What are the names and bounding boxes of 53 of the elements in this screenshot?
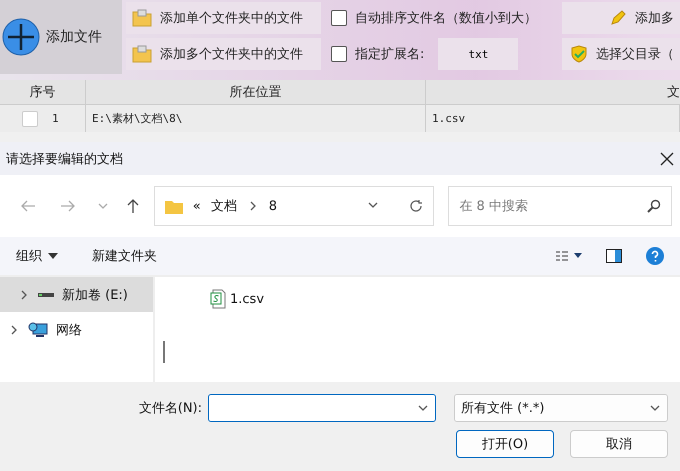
pencil-icon (609, 9, 627, 27)
folder-icon (132, 45, 152, 63)
command-button[interactable]: 新建文件夹 (92, 247, 157, 265)
table-cell: E:\素材\文档\8\ (92, 111, 182, 126)
table-cell: 1 (52, 112, 59, 125)
extension-field[interactable]: txt (438, 38, 518, 70)
help-icon[interactable] (646, 247, 664, 265)
search-icon (647, 199, 661, 213)
column-header: 所在位置 (86, 80, 426, 105)
toolbar-button[interactable]: 添加多 (562, 2, 680, 34)
add-file-button[interactable]: 添加文件 (0, 0, 122, 74)
plus-icon (2, 18, 40, 56)
up-icon[interactable] (126, 198, 140, 214)
caret-icon (48, 253, 58, 259)
checkbox[interactable] (331, 10, 347, 26)
scrollbar-thumb[interactable] (163, 341, 165, 363)
command-button[interactable]: 组织 (16, 247, 58, 265)
preview-pane-icon[interactable] (606, 249, 622, 263)
file-type-dropdown[interactable]: 所有文件 (*.*) (454, 394, 668, 422)
network-icon (28, 320, 48, 338)
spreadsheet-icon (210, 289, 226, 309)
tree-item[interactable]: 网络 (0, 312, 153, 347)
filename-label: 文件名(N): (138, 400, 202, 417)
column-header: 序号 (0, 80, 86, 105)
option-label: 指定扩展名: (355, 46, 424, 63)
file-item[interactable]: 1.csv (210, 289, 264, 309)
tree-label: 新加卷 (E:) (62, 286, 128, 304)
breadcrumb[interactable]: 8 (268, 198, 278, 214)
drive-icon (38, 292, 54, 298)
shield-icon (570, 45, 588, 63)
dialog-button[interactable]: 取消 (570, 430, 668, 458)
checkbox[interactable] (331, 46, 347, 62)
toolbar-button[interactable]: 选择父目录（ (562, 38, 680, 70)
row-checkbox[interactable] (22, 110, 38, 126)
dialog-title: 请选择要编辑的文档 (6, 150, 123, 168)
table-cell: 1.csv (432, 112, 466, 125)
breadcrumb[interactable]: 文档 (210, 197, 237, 215)
option-label: 自动排序文件名（数值小到大） (355, 10, 537, 27)
search-field[interactable]: 在 8 中搜索 (448, 186, 672, 226)
column-header: 文 (426, 80, 680, 105)
folder-icon (132, 9, 152, 27)
dialog-button[interactable]: 打开(O) (456, 430, 554, 458)
add-folder-files-button[interactable]: 添加多个文件夹中的文件 (126, 38, 321, 70)
tree-item[interactable]: 新加卷 (E:) (0, 277, 153, 312)
add-folder-files-button[interactable]: 添加单个文件夹中的文件 (126, 2, 321, 34)
filename-field[interactable] (208, 394, 436, 422)
refresh-icon[interactable] (409, 199, 424, 213)
tree-label: 网络 (56, 322, 82, 338)
close-icon[interactable] (660, 152, 674, 166)
address-bar[interactable]: « 文档 8 (154, 186, 434, 226)
folder-icon (164, 198, 183, 214)
breadcrumb[interactable]: « (192, 198, 201, 214)
view-list-icon[interactable] (556, 251, 582, 261)
